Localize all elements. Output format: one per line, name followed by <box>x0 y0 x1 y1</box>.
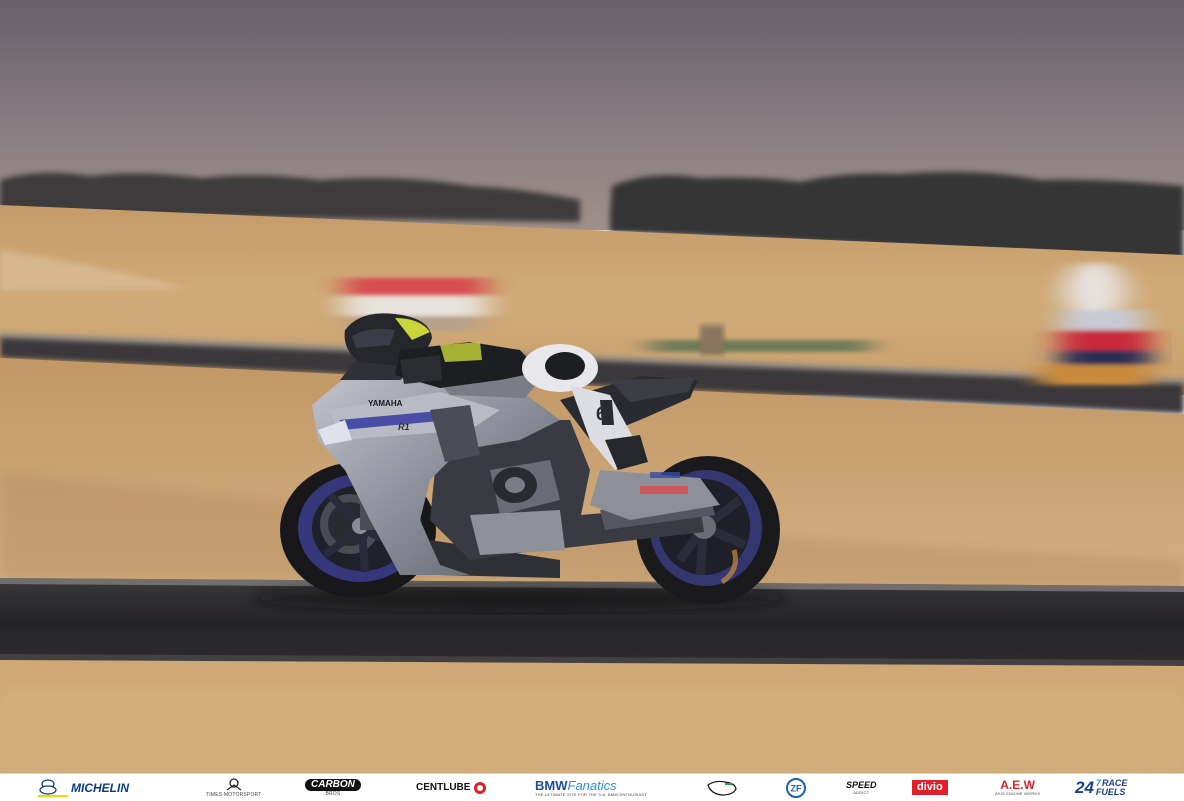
south-africa-map-icon <box>707 780 737 796</box>
sponsor-label: CENTLUBE <box>416 781 471 793</box>
sponsor-bar: MICHELIN TIMES MOTORSPORT CARBON BROS CE… <box>0 773 1184 801</box>
zf-badge-icon: ZF <box>786 777 806 798</box>
sponsor-tagline: THE ULTIMATE SITE FOR THE S.A. BMW ENTHU… <box>535 791 647 797</box>
sponsor-label-24: 24 <box>1075 778 1094 797</box>
sponsor-speed-addict: SPEED ADDICT <box>846 774 877 801</box>
sponsor-zf: ZF <box>786 774 806 801</box>
sponsor-race-sa <box>705 774 739 801</box>
sponsor-label: divio <box>912 780 948 795</box>
model-badge: R1 <box>398 422 410 432</box>
sponsor-label-fuels: FUELS <box>1095 786 1126 797</box>
green-barrier <box>650 340 870 352</box>
sponsor-label: A.E.W <box>1000 778 1035 792</box>
motorcycle-track-scene: YAMAHA R1 6 <box>0 0 1184 773</box>
sponsor-sublabel: BROS <box>325 790 341 797</box>
sponsor-label: MICHELIN <box>71 780 129 795</box>
michelin-man-icon <box>38 778 68 797</box>
sponsor-times-motorsport: TIMES MOTORSPORT <box>206 774 262 801</box>
sponsor-bmw-fanatics: BMW Fanatics THE ULTIMATE SITE FOR THE S… <box>535 774 647 801</box>
sponsor-aew: A.E.W AXIS ENGINE WORKS <box>995 774 1040 801</box>
sponsor-label-fanatics: Fanatics <box>567 777 617 793</box>
oil-drop-icon <box>474 781 487 794</box>
sponsor-divio: divio <box>912 774 948 801</box>
sponsor-centlube: CENTLUBE <box>416 774 487 801</box>
sponsor-label: TIMES MOTORSPORT <box>206 791 262 798</box>
sponsor-sublabel: AXIS ENGINE WORKS <box>995 791 1041 796</box>
sponsor-24-7-race-fuels: 24 7 RACE FUELS <box>1075 774 1127 801</box>
race-number: 6 <box>596 404 606 424</box>
sponsor-label-bmw: BMW <box>535 777 568 793</box>
sponsor-michelin: MICHELIN <box>38 774 129 801</box>
track-photo: YAMAHA R1 6 <box>0 0 1184 773</box>
sponsor-carbon-bros: CARBON BROS <box>305 774 361 801</box>
sponsor-label: CARBON <box>305 778 361 791</box>
fairing-brand-text: YAMAHA <box>368 399 403 408</box>
zf-text: ZF <box>791 783 802 793</box>
sponsor-sublabel: ADDICT <box>853 789 870 795</box>
track-post <box>700 325 724 355</box>
sponsor-label: SPEED <box>846 779 877 790</box>
rider-emblem-icon <box>226 777 242 791</box>
